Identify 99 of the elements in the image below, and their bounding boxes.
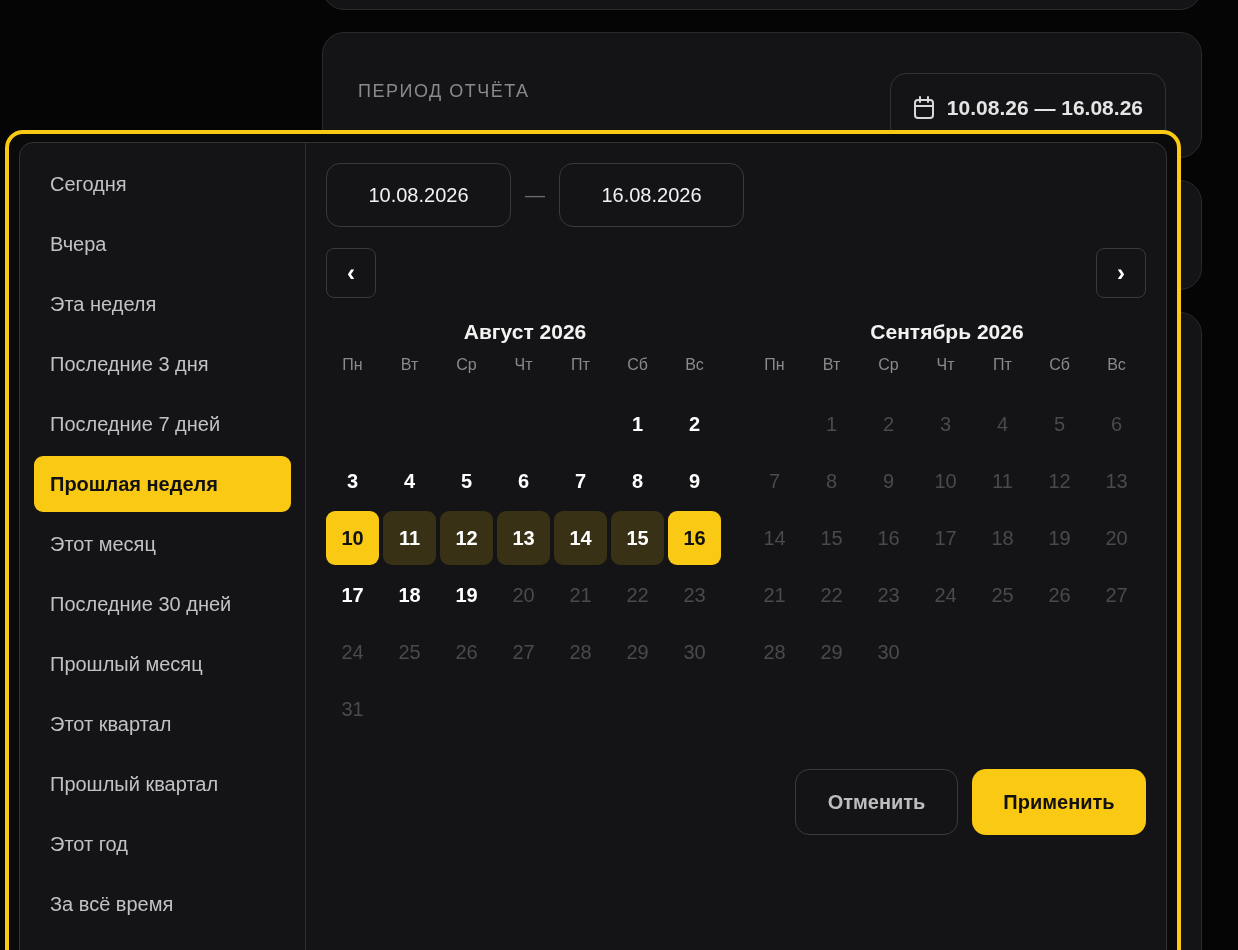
weekday-label: Ср (455, 356, 478, 375)
preset-item[interactable]: Сегодня (34, 156, 291, 212)
weekday-label: Пн (341, 356, 364, 375)
calendar-day[interactable]: 27 (497, 625, 550, 679)
calendar-day[interactable]: 19 (440, 568, 493, 622)
calendar-day[interactable]: 22 (611, 568, 664, 622)
preset-item[interactable]: Последние 3 дня (34, 336, 291, 392)
weekday-label: Сб (626, 356, 649, 375)
calendar-day[interactable]: 25 (976, 568, 1029, 622)
calendar-day[interactable]: 6 (1090, 397, 1143, 451)
preset-item[interactable]: Прошлый квартал (34, 756, 291, 812)
preset-item[interactable]: Прошлая неделя (34, 456, 291, 512)
preset-item[interactable]: Эта неделя (34, 276, 291, 332)
calendar-day[interactable]: 30 (862, 625, 915, 679)
calendar-day[interactable]: 5 (440, 454, 493, 508)
calendar-day[interactable]: 15 (805, 511, 858, 565)
calendar-day[interactable]: 26 (440, 625, 493, 679)
weekday-label: Вт (399, 356, 420, 375)
cancel-button[interactable]: Отменить (795, 769, 958, 835)
weekday-label: Пт (992, 356, 1013, 375)
calendar-day[interactable]: 13 (497, 511, 550, 565)
calendar-day[interactable]: 8 (805, 454, 858, 508)
calendar-day[interactable]: 10 (919, 454, 972, 508)
calendar-day[interactable]: 3 (326, 454, 379, 508)
calendar-day[interactable]: 12 (1033, 454, 1086, 508)
calendar-day[interactable]: 12 (440, 511, 493, 565)
calendar-day[interactable]: 3 (919, 397, 972, 451)
preset-item[interactable]: Этот месяц (34, 516, 291, 572)
apply-button[interactable]: Применить (972, 769, 1146, 835)
preset-item[interactable]: Вчера (34, 216, 291, 272)
calendar-day[interactable]: 21 (554, 568, 607, 622)
section-label: ПЕРИОД ОТЧЁТА (358, 80, 530, 102)
calendar-day[interactable]: 8 (611, 454, 664, 508)
weekday-label: Вс (1106, 356, 1127, 375)
calendar-day[interactable]: 20 (497, 568, 550, 622)
calendar-day[interactable]: 13 (1090, 454, 1143, 508)
calendar-day[interactable]: 26 (1033, 568, 1086, 622)
next-month-button[interactable]: › (1096, 248, 1146, 298)
calendar-day[interactable]: 7 (748, 454, 801, 508)
previous-month-button[interactable]: ‹ (326, 248, 376, 298)
calendar-day[interactable]: 5 (1033, 397, 1086, 451)
calendar-day[interactable]: 16 (668, 511, 721, 565)
weekday-label: Пн (763, 356, 786, 375)
preset-item[interactable]: Последние 30 дней (34, 576, 291, 632)
calendar-day[interactable]: 2 (668, 397, 721, 451)
calendar-day[interactable]: 24 (919, 568, 972, 622)
preset-item[interactable]: Этот квартал (34, 696, 291, 752)
calendar-day[interactable]: 11 (383, 511, 436, 565)
month-title: Август 2026 (462, 320, 588, 345)
calendar-day[interactable]: 15 (611, 511, 664, 565)
calendar-day[interactable]: 24 (326, 625, 379, 679)
preset-item[interactable]: За всё время (34, 876, 291, 932)
weekday-label: Чт (513, 356, 534, 375)
calendar-day[interactable]: 14 (748, 511, 801, 565)
month-title: Сентябрь 2026 (869, 320, 1025, 345)
weekday-label: Сб (1048, 356, 1071, 375)
calendar-day[interactable]: 10 (326, 511, 379, 565)
calendar-day[interactable]: 1 (805, 397, 858, 451)
calendar-icon (912, 96, 935, 120)
calendar-day[interactable]: 20 (1090, 511, 1143, 565)
calendar-day[interactable]: 4 (976, 397, 1029, 451)
weekday-label: Пт (570, 356, 591, 375)
weekday-label: Чт (935, 356, 956, 375)
calendar-day[interactable]: 9 (668, 454, 721, 508)
calendar-day[interactable]: 17 (326, 568, 379, 622)
calendar-day[interactable]: 23 (862, 568, 915, 622)
preset-item[interactable]: Этот год (34, 816, 291, 872)
weekday-label: Вс (684, 356, 705, 375)
calendar-day[interactable]: 11 (976, 454, 1029, 508)
calendar-day[interactable]: 28 (554, 625, 607, 679)
calendar-day[interactable]: 16 (862, 511, 915, 565)
calendar-day[interactable]: 25 (383, 625, 436, 679)
calendar-day[interactable]: 27 (1090, 568, 1143, 622)
end-date-field[interactable]: 16.08.2026 (559, 163, 744, 227)
calendar-day[interactable]: 2 (862, 397, 915, 451)
calendar-day[interactable]: 21 (748, 568, 801, 622)
calendar-day[interactable]: 31 (326, 682, 379, 736)
weekday-label: Вт (821, 356, 842, 375)
calendar-day[interactable]: 4 (383, 454, 436, 508)
weekday-label: Ср (877, 356, 900, 375)
calendar-day[interactable]: 7 (554, 454, 607, 508)
calendar-day[interactable]: 22 (805, 568, 858, 622)
calendar-day[interactable]: 29 (805, 625, 858, 679)
calendar-day[interactable]: 30 (668, 625, 721, 679)
calendar-day[interactable]: 14 (554, 511, 607, 565)
calendar-day[interactable]: 28 (748, 625, 801, 679)
calendar-day[interactable]: 18 (383, 568, 436, 622)
calendar-day[interactable]: 23 (668, 568, 721, 622)
preset-item[interactable]: Прошлый месяц (34, 636, 291, 692)
start-date-field[interactable]: 10.08.2026 (326, 163, 511, 227)
calendar-day[interactable]: 18 (976, 511, 1029, 565)
calendar-day[interactable]: 19 (1033, 511, 1086, 565)
range-separator: — (525, 183, 545, 207)
calendar-day[interactable]: 17 (919, 511, 972, 565)
preset-item[interactable]: Последние 7 дней (34, 396, 291, 452)
calendar-day[interactable]: 9 (862, 454, 915, 508)
calendar-day[interactable]: 29 (611, 625, 664, 679)
calendar-day[interactable]: 6 (497, 454, 550, 508)
calendar-day[interactable]: 1 (611, 397, 664, 451)
